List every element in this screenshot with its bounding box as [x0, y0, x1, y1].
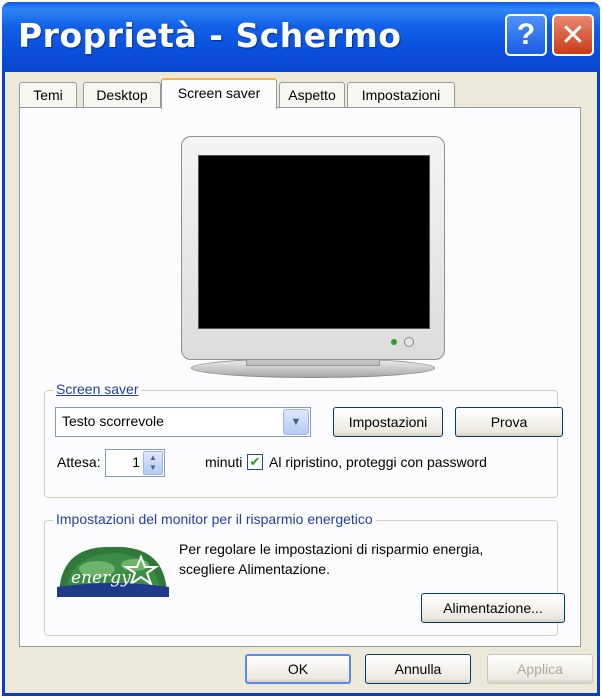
tab-impostazioni[interactable]: Impostazioni — [347, 82, 455, 108]
tab-strip: Temi Desktop Screen saver Aspetto Impost… — [19, 78, 579, 109]
wait-label: Attesa: — [57, 454, 101, 470]
energy-group-label: Impostazioni del monitor per il risparmi… — [53, 511, 376, 527]
wait-minutes-value: 1 — [132, 454, 140, 470]
power-button[interactable]: Alimentazione... — [421, 593, 565, 623]
chevron-down-icon[interactable]: ▼ — [283, 409, 309, 435]
power-led-icon — [391, 339, 397, 345]
password-checkbox[interactable]: ✔ — [247, 454, 263, 470]
tab-desktop[interactable]: Desktop — [83, 82, 161, 108]
help-icon: ? — [516, 18, 536, 51]
close-button[interactable]: ✕ — [552, 14, 594, 56]
tab-temi[interactable]: Temi — [19, 82, 77, 108]
settings-button[interactable]: Impostazioni — [333, 407, 443, 437]
screensaver-group-label: Screen saver — [53, 381, 142, 397]
tab-screen-saver[interactable]: Screen saver — [161, 78, 277, 109]
screensaver-group: Screen saver Testo scorrevole ▼ Impostaz… — [44, 381, 563, 498]
screensaver-selected-value: Testo scorrevole — [62, 413, 164, 429]
close-icon: ✕ — [560, 18, 586, 52]
apply-button[interactable]: Applica — [487, 654, 593, 684]
preview-button[interactable]: Prova — [455, 407, 563, 437]
energy-star-logo: energy — [57, 543, 169, 597]
password-label[interactable]: Al ripristino, proteggi con password — [269, 454, 487, 470]
tab-aspetto[interactable]: Aspetto — [279, 82, 345, 108]
screensaver-select[interactable]: Testo scorrevole ▼ — [55, 407, 311, 437]
checkmark-icon: ✔ — [249, 454, 261, 469]
monitor-body — [181, 136, 445, 360]
display-properties-window: Proprietà - Schermo ? ✕ Temi Desktop Scr… — [2, 2, 600, 696]
svg-text:energy: energy — [71, 568, 131, 588]
power-knob-icon — [404, 337, 414, 347]
wait-minutes-stepper[interactable]: 1 ▲ ▼ — [105, 449, 165, 477]
window-title: Proprietà - Schermo — [18, 16, 402, 55]
energy-description: Per regolare le impostazioni di risparmi… — [179, 541, 484, 577]
tab-panel: Screen saver Testo scorrevole ▼ Impostaz… — [19, 107, 581, 647]
cancel-button[interactable]: Annulla — [365, 654, 471, 684]
stepper-arrows-icon[interactable]: ▲ ▼ — [143, 451, 163, 475]
preview-screen — [198, 155, 430, 329]
title-bar[interactable]: Proprietà - Schermo ? ✕ — [2, 2, 600, 72]
help-button[interactable]: ? — [505, 14, 547, 56]
energy-group: Impostazioni del monitor per il risparmi… — [44, 511, 565, 636]
wait-unit-label: minuti — [205, 454, 243, 470]
ok-button[interactable]: OK — [245, 654, 351, 684]
